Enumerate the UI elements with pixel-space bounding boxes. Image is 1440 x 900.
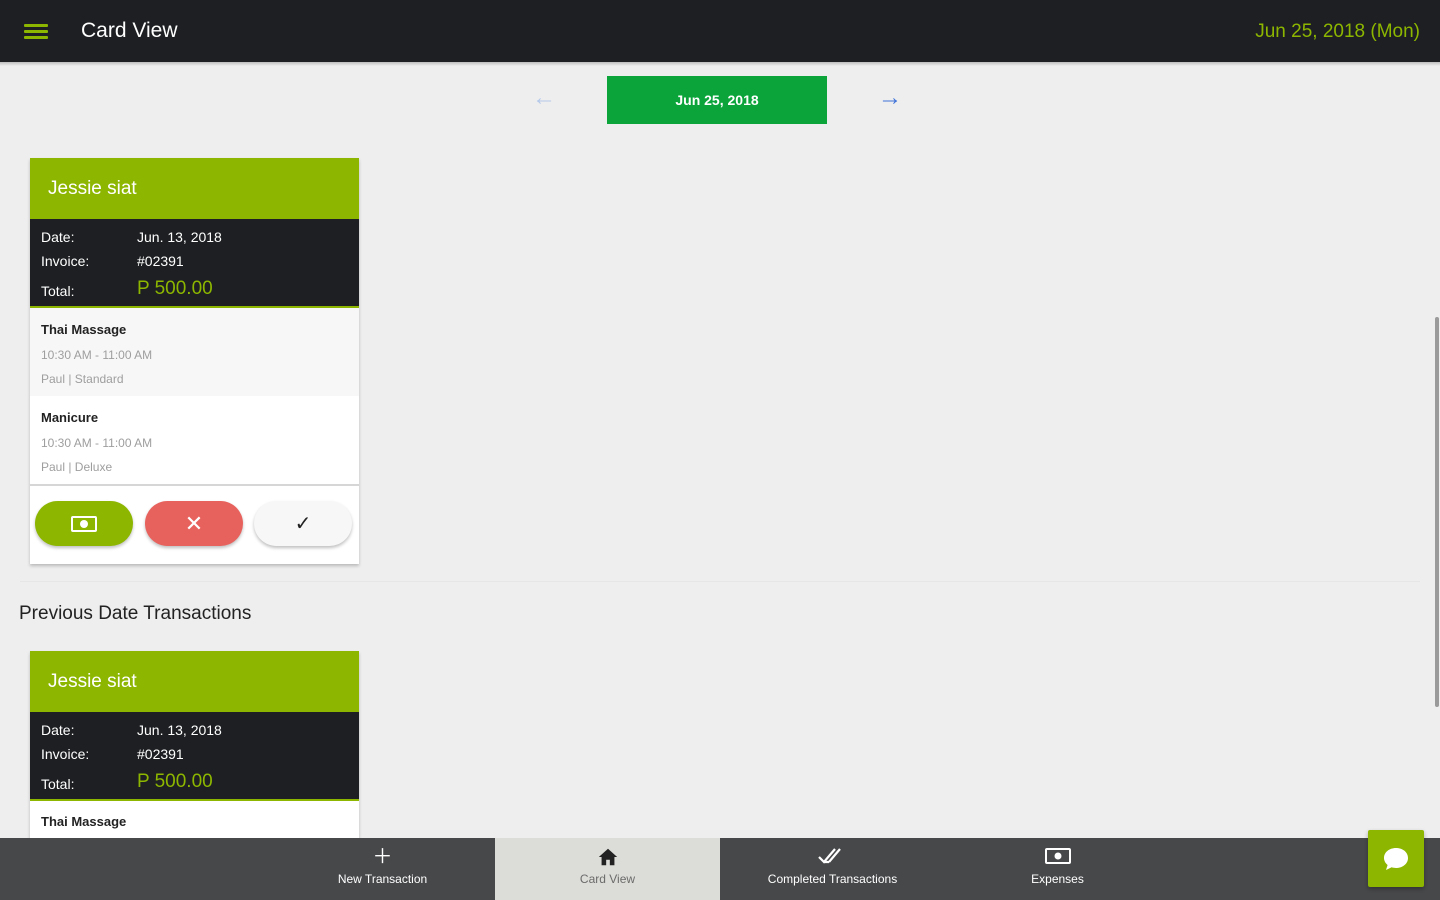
total-value: P 500.00 [137,278,213,299]
section-divider [20,581,1420,582]
pay-button[interactable] [35,501,133,546]
date-label: Date: [41,229,75,245]
service-staff: Paul | Deluxe [41,460,113,474]
previous-transactions-heading: Previous Date Transactions [19,603,252,624]
nav-card-view[interactable]: Card View [495,838,720,900]
cash-icon [945,838,1170,864]
service-name: Manicure [41,410,99,425]
service-time: 10:30 AM - 11:00 AM [41,348,153,362]
service-item: Thai Massage 10:30 AM - 11:00 AM Paul | … [30,308,359,396]
nav-new-transaction[interactable]: ＋ New Transaction [270,838,495,900]
transaction-card[interactable]: Jessie siat Date: Jun. 13, 2018 Invoice:… [30,651,359,851]
date-value: Jun. 13, 2018 [137,722,222,738]
top-app-bar: Card View Jun 25, 2018 (Mon) [0,0,1440,62]
nav-expenses[interactable]: Expenses [945,838,1170,900]
cancel-button[interactable]: ✕ [145,501,243,546]
app-bar-shadow [0,62,1440,66]
page-title: Card View [81,19,178,42]
card-info: Date: Jun. 13, 2018 Invoice: #02391 Tota… [30,712,359,801]
invoice-label: Invoice: [41,746,90,762]
invoice-value: #02391 [137,746,184,762]
service-time: 10:30 AM - 11:00 AM [41,436,153,450]
invoice-value: #02391 [137,253,184,269]
transaction-card[interactable]: Jessie siat Date: Jun. 13, 2018 Invoice:… [30,158,359,564]
scrollbar-thumb[interactable] [1435,317,1439,707]
cash-icon [71,515,97,532]
invoice-label: Invoice: [41,253,90,269]
home-icon [495,838,720,866]
nav-completed-transactions[interactable]: Completed Transactions [720,838,945,900]
total-label: Total: [41,283,75,299]
nav-label: Card View [579,872,636,886]
card-customer-name: Jessie siat [30,651,359,712]
hamburger-menu-icon[interactable] [24,24,48,42]
date-label: Date: [41,722,75,738]
service-staff: Paul | Standard [41,372,124,386]
service-name: Thai Massage [41,322,127,337]
service-item: Manicure 10:30 AM - 11:00 AM Paul | Delu… [30,396,359,484]
nav-label: New Transaction [337,872,428,886]
nav-label: Completed Transactions [767,872,898,886]
current-date-button[interactable]: Jun 25, 2018 [607,76,827,124]
double-check-icon [720,838,945,864]
card-actions: ✕ ✓ [30,484,359,562]
scrollbar[interactable] [1434,62,1440,838]
nav-label: Expenses [1031,872,1084,886]
chat-button[interactable] [1368,830,1424,887]
card-customer-name: Jessie siat [30,158,359,219]
total-label: Total: [41,776,75,792]
close-icon: ✕ [184,510,204,536]
next-date-arrow-icon[interactable]: → [878,86,902,110]
card-info: Date: Jun. 13, 2018 Invoice: #02391 Tota… [30,219,359,308]
plus-icon: ＋ [372,846,393,868]
bottom-navigation: ＋ New Transaction Card View Completed Tr… [0,838,1440,900]
complete-button[interactable]: ✓ [254,501,352,546]
previous-date-arrow-icon[interactable]: ← [532,86,556,110]
check-icon: ✓ [294,513,312,535]
header-date: Jun 25, 2018 (Mon) [1255,21,1420,42]
total-value: P 500.00 [137,771,213,792]
service-name: Thai Massage [41,814,127,829]
chat-bubble-icon [1384,847,1408,870]
date-value: Jun. 13, 2018 [137,229,222,245]
